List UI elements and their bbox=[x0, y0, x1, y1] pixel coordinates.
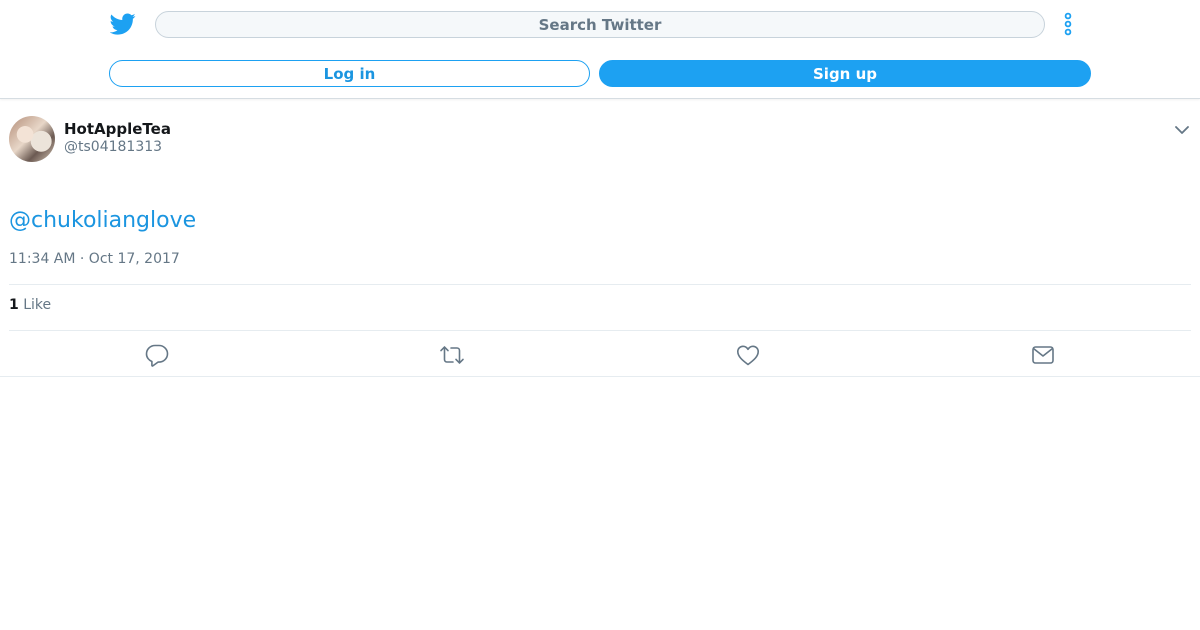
like-count[interactable]: 1 Like bbox=[9, 297, 51, 313]
tweet-timestamp[interactable]: 11:34 AM · Oct 17, 2017 bbox=[9, 251, 180, 267]
like-count-number: 1 bbox=[9, 297, 19, 313]
tweet-card: HotAppleTea @ts04181313 @chukolianglove … bbox=[0, 100, 1200, 377]
search-input[interactable]: Search Twitter bbox=[155, 11, 1045, 38]
tweet-text[interactable]: @chukolianglove bbox=[9, 208, 196, 233]
like-count-label: Like bbox=[23, 297, 52, 313]
reply-icon[interactable] bbox=[144, 342, 170, 368]
signup-button[interactable]: Sign up bbox=[599, 60, 1091, 87]
vertical-dots-icon[interactable] bbox=[1058, 11, 1078, 39]
top-bar: Search Twitter Log in Sign up bbox=[0, 0, 1200, 99]
message-icon[interactable] bbox=[1030, 342, 1056, 368]
author-handle[interactable]: @ts04181313 bbox=[64, 139, 162, 155]
login-button[interactable]: Log in bbox=[109, 60, 590, 87]
divider bbox=[9, 330, 1191, 331]
retweet-icon[interactable] bbox=[439, 342, 465, 368]
divider bbox=[9, 284, 1191, 285]
author-name[interactable]: HotAppleTea bbox=[64, 120, 171, 138]
avatar[interactable] bbox=[9, 116, 55, 162]
chevron-down-icon[interactable] bbox=[1173, 121, 1191, 139]
twitter-bird-icon[interactable] bbox=[110, 11, 136, 37]
like-icon[interactable] bbox=[735, 342, 761, 368]
